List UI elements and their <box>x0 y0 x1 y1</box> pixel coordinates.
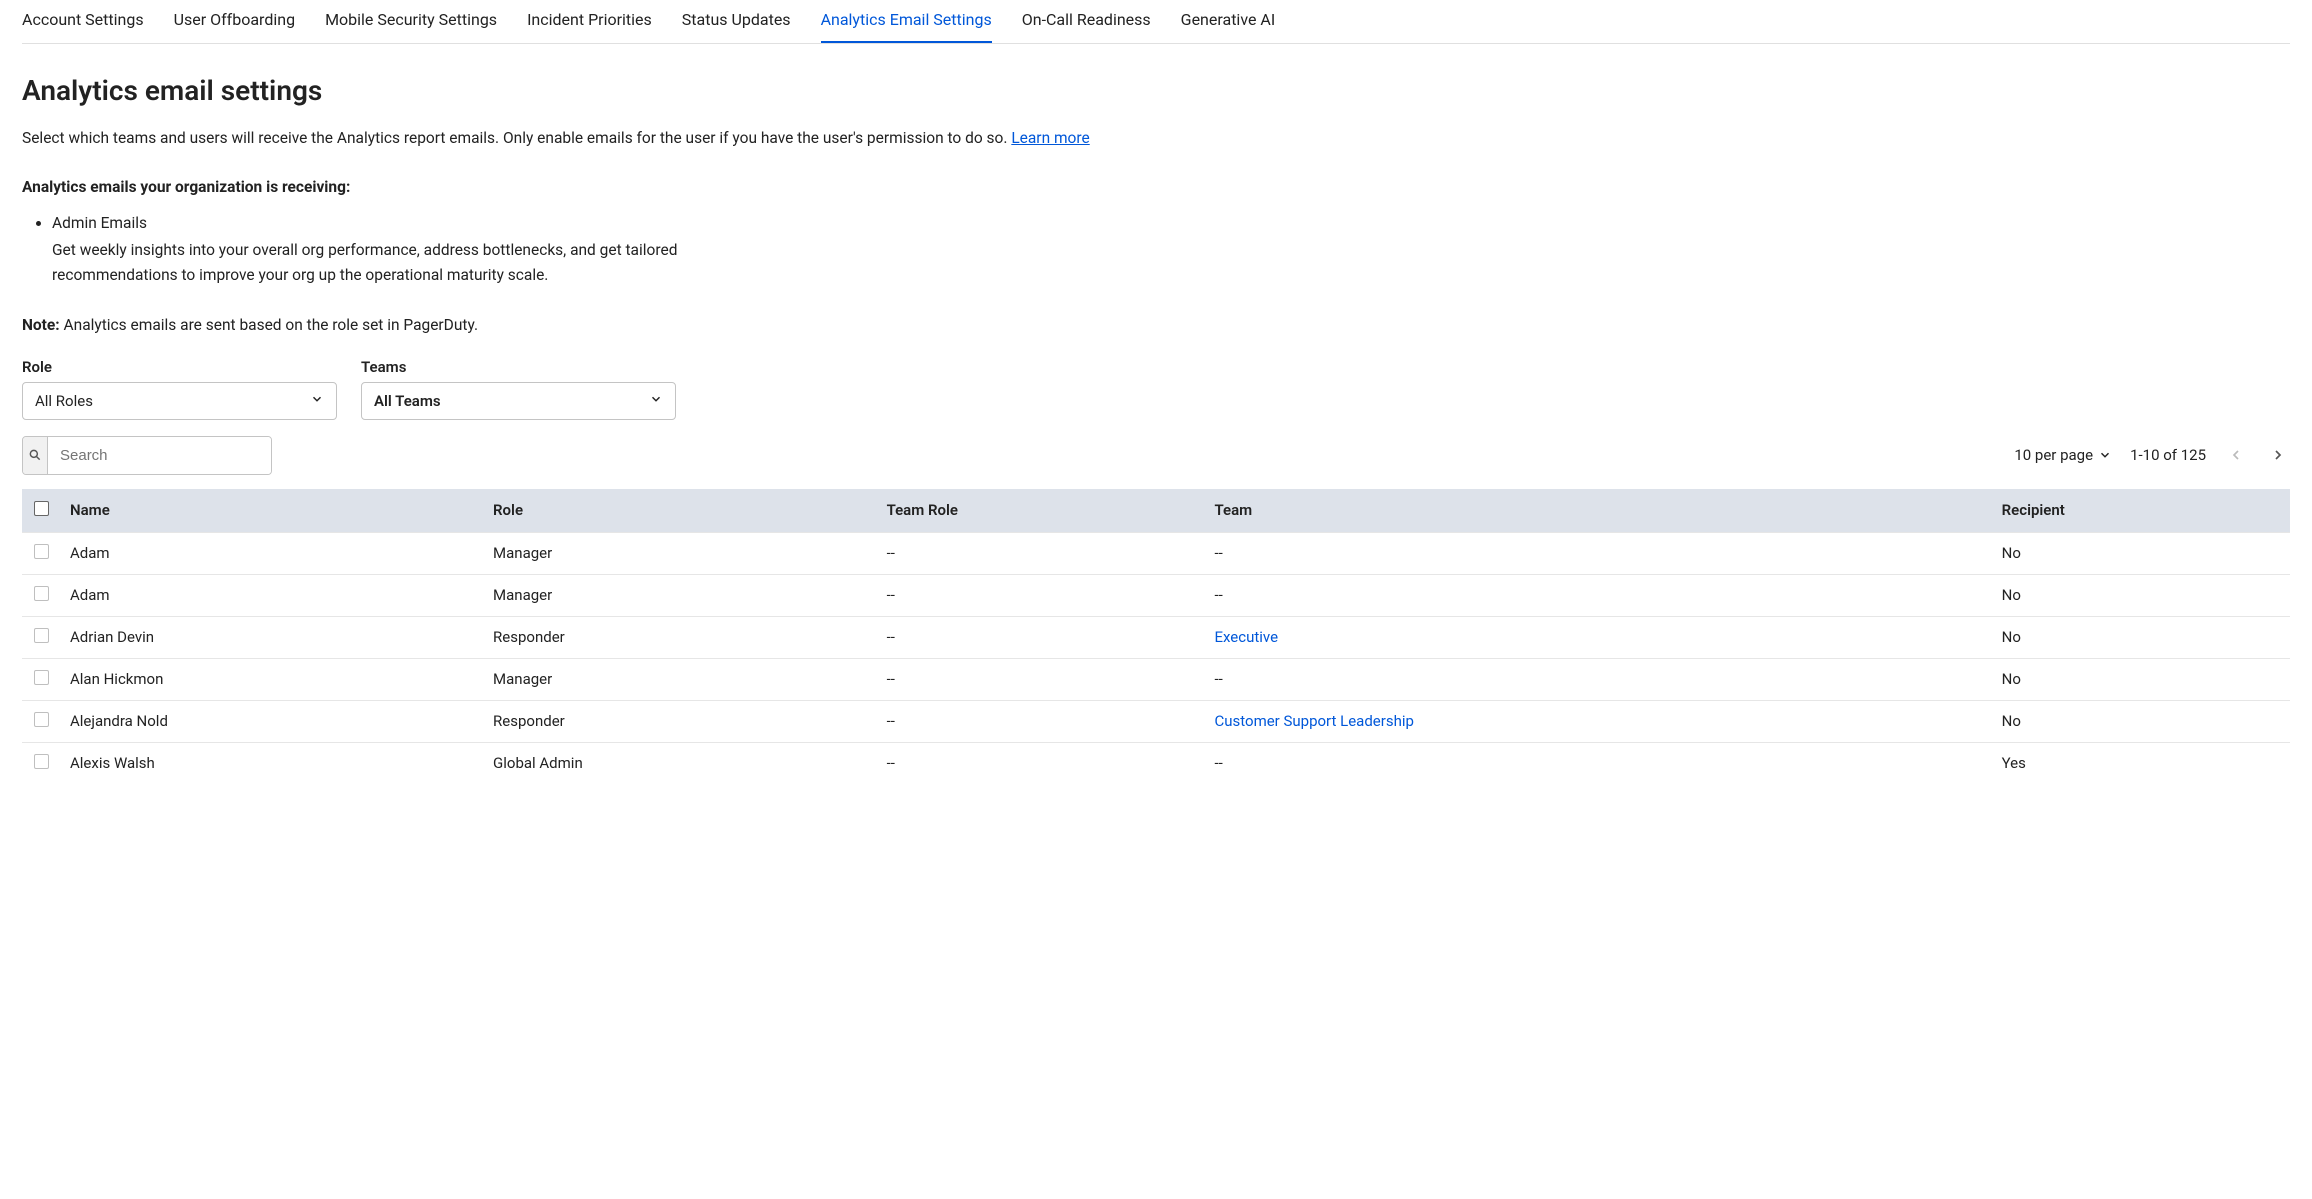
chevron-down-icon <box>2098 448 2112 462</box>
tab-on-call-readiness[interactable]: On-Call Readiness <box>1022 0 1151 43</box>
row-checkbox[interactable] <box>34 712 49 727</box>
col-team: Team <box>1204 489 1991 533</box>
cell-team-role: -- <box>877 574 1205 616</box>
table-row: Alan HickmonManager----No <box>22 658 2290 700</box>
row-checkbox[interactable] <box>34 586 49 601</box>
cell-team-role: -- <box>877 742 1205 784</box>
col-team-role: Team Role <box>877 489 1205 533</box>
role-filter-label: Role <box>22 358 337 376</box>
table-row: Alejandra NoldResponder-- Customer Suppor… <box>22 700 2290 742</box>
chevron-left-icon <box>2228 447 2244 463</box>
cell-team-role: -- <box>877 532 1205 574</box>
email-type-description: Get weekly insights into your overall or… <box>52 238 732 288</box>
cell-recipient: Yes <box>1992 742 2290 784</box>
cell-recipient: No <box>1992 616 2290 658</box>
select-all-checkbox[interactable] <box>34 501 49 516</box>
email-type-name: Admin Emails <box>52 214 2290 232</box>
row-checkbox[interactable] <box>34 544 49 559</box>
table-row: AdamManager----No <box>22 574 2290 616</box>
chevron-down-icon <box>310 392 324 410</box>
search-icon <box>23 437 48 474</box>
tab-status-updates[interactable]: Status Updates <box>682 0 791 43</box>
pagination-controls: 10 per page 1-10 of 125 <box>2014 443 2290 467</box>
note-text: Analytics emails are sent based on the r… <box>60 316 478 334</box>
search-field[interactable] <box>22 436 272 475</box>
description-text: Select which teams and users will receiv… <box>22 129 1007 147</box>
row-checkbox[interactable] <box>34 670 49 685</box>
cell-name: Alan Hickmon <box>60 658 483 700</box>
role-dropdown[interactable]: All Roles <box>22 382 337 420</box>
cell-role: Manager <box>483 658 877 700</box>
row-checkbox[interactable] <box>34 754 49 769</box>
tab-analytics-email-settings[interactable]: Analytics Email Settings <box>821 0 992 43</box>
teams-dropdown-value: All Teams <box>374 392 441 410</box>
users-table: Name Role Team Role Team Recipient AdamM… <box>22 489 2290 784</box>
pagination-range: 1-10 of 125 <box>2130 446 2206 464</box>
role-dropdown-value: All Roles <box>35 392 93 410</box>
email-type-item: Admin Emails Get weekly insights into you… <box>52 214 2290 288</box>
chevron-down-icon <box>649 392 663 410</box>
page-description: Select which teams and users will receiv… <box>22 127 2290 150</box>
note-paragraph: Note: Analytics emails are sent based on… <box>22 316 2290 334</box>
col-recipient: Recipient <box>1992 489 2290 533</box>
cell-team: -- <box>1204 658 1991 700</box>
search-input[interactable] <box>48 437 271 474</box>
cell-team-role: -- <box>877 616 1205 658</box>
next-page-button[interactable] <box>2266 443 2290 467</box>
row-checkbox[interactable] <box>34 628 49 643</box>
filters-row: Role All Roles Teams All Teams <box>22 358 2290 420</box>
teams-filter-label: Teams <box>361 358 676 376</box>
team-link[interactable]: Executive <box>1214 628 1278 646</box>
cell-team: Customer Support Leadership <box>1204 700 1991 742</box>
cell-team: -- <box>1204 532 1991 574</box>
cell-role: Responder <box>483 616 877 658</box>
col-role: Role <box>483 489 877 533</box>
teams-dropdown[interactable]: All Teams <box>361 382 676 420</box>
note-label: Note: <box>22 316 60 334</box>
chevron-right-icon <box>2270 447 2286 463</box>
email-types-list: Admin Emails Get weekly insights into you… <box>22 214 2290 288</box>
tab-incident-priorities[interactable]: Incident Priorities <box>527 0 652 43</box>
prev-page-button[interactable] <box>2224 443 2248 467</box>
cell-recipient: No <box>1992 532 2290 574</box>
tab-account-settings[interactable]: Account Settings <box>22 0 144 43</box>
table-row: AdamManager----No <box>22 532 2290 574</box>
settings-tabs: Account Settings User Offboarding Mobile S… <box>22 0 2290 44</box>
cell-name: Alejandra Nold <box>60 700 483 742</box>
per-page-label: 10 per page <box>2014 446 2093 464</box>
cell-role: Manager <box>483 574 877 616</box>
cell-recipient: No <box>1992 658 2290 700</box>
page-title: Analytics email settings <box>22 74 2290 107</box>
cell-name: Adam <box>60 574 483 616</box>
cell-name: Adrian Devin <box>60 616 483 658</box>
cell-recipient: No <box>1992 574 2290 616</box>
cell-team-role: -- <box>877 658 1205 700</box>
per-page-dropdown[interactable]: 10 per page <box>2014 446 2112 464</box>
team-link[interactable]: Customer Support Leadership <box>1214 712 1413 730</box>
cell-recipient: No <box>1992 700 2290 742</box>
tab-generative-ai[interactable]: Generative AI <box>1181 0 1276 43</box>
tab-mobile-security-settings[interactable]: Mobile Security Settings <box>325 0 497 43</box>
table-row: Alexis WalshGlobal Admin----Yes <box>22 742 2290 784</box>
cell-role: Manager <box>483 532 877 574</box>
emails-subheading: Analytics emails your organization is re… <box>22 178 2290 196</box>
table-row: Adrian DevinResponder-- Executive No <box>22 616 2290 658</box>
tab-user-offboarding[interactable]: User Offboarding <box>174 0 295 43</box>
cell-team: Executive <box>1204 616 1991 658</box>
cell-team: -- <box>1204 574 1991 616</box>
learn-more-link[interactable]: Learn more <box>1011 129 1089 147</box>
cell-role: Global Admin <box>483 742 877 784</box>
cell-team: -- <box>1204 742 1991 784</box>
col-name: Name <box>60 489 483 533</box>
cell-name: Alexis Walsh <box>60 742 483 784</box>
cell-team-role: -- <box>877 700 1205 742</box>
cell-role: Responder <box>483 700 877 742</box>
cell-name: Adam <box>60 532 483 574</box>
